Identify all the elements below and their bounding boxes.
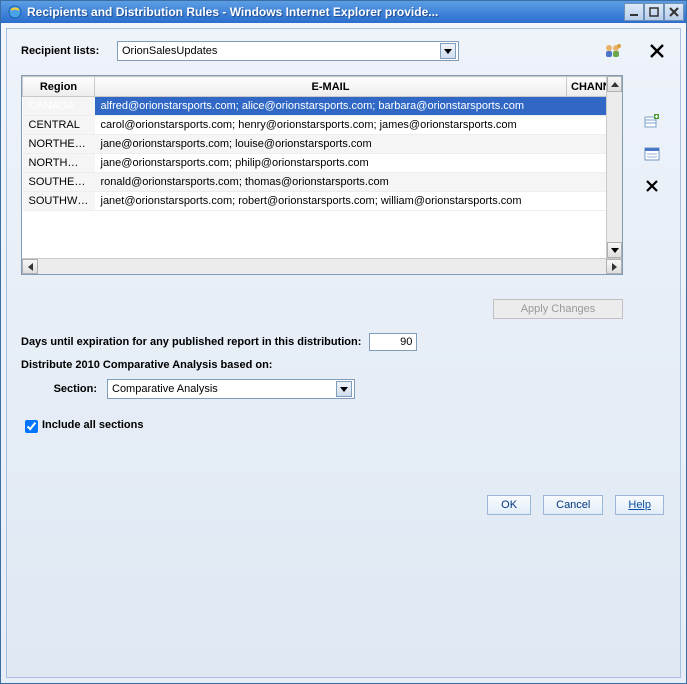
recipient-list-dropdown[interactable]: OrionSalesUpdates [117, 41, 459, 61]
cell-email: jane@orionstarsports.com; philip@orionst… [95, 154, 567, 173]
table-row[interactable]: NORTHEASTjane@orionstarsports.com; louis… [23, 135, 623, 154]
ok-button[interactable]: OK [487, 495, 531, 515]
recipients-grid: Region E-MAIL CHANNE CANADAalfred@orions… [21, 75, 623, 275]
help-button[interactable]: Help [615, 495, 664, 515]
cell-email: jane@orionstarsports.com; louise@orionst… [95, 135, 567, 154]
distribute-label-row: Distribute 2010 Comparative Analysis bas… [21, 359, 666, 371]
cell-email: carol@orionstarsports.com; henry@orionst… [95, 116, 567, 135]
cell-region: CENTRAL [23, 116, 95, 135]
cancel-button[interactable]: Cancel [543, 495, 603, 515]
titlebar: Recipients and Distribution Rules - Wind… [1, 1, 686, 23]
col-email[interactable]: E-MAIL [95, 77, 567, 97]
cell-email: ronald@orionstarsports.com; thomas@orion… [95, 173, 567, 192]
scroll-left-icon[interactable] [22, 259, 38, 274]
apply-changes-button[interactable]: Apply Changes [493, 299, 623, 319]
include-all-checkbox[interactable] [25, 420, 38, 433]
maximize-button[interactable] [644, 3, 664, 21]
cell-region: NORTHWEST [23, 154, 95, 173]
grid-side-toolbar [643, 113, 661, 195]
dropdown-button-icon [440, 43, 456, 59]
properties-icon[interactable] [643, 145, 661, 163]
cell-region: SOUTHWEST [23, 192, 95, 211]
window-title: Recipients and Distribution Rules - Wind… [27, 5, 624, 19]
dropdown-button-icon [336, 381, 352, 397]
days-expiration-label: Days until expiration for any published … [21, 336, 361, 348]
cell-region: SOUTHEAST [23, 173, 95, 192]
cell-region: CANADA [23, 97, 95, 116]
cell-email: alfred@orionstarsports.com; alice@orions… [95, 97, 567, 116]
recipient-list-row: Recipient lists: OrionSalesUpdates [21, 41, 666, 61]
section-label: Section: [21, 383, 107, 395]
table-row[interactable]: SOUTHWESTjanet@orionstarsports.com; robe… [23, 192, 623, 211]
dialog-buttons: OK Cancel Help [487, 495, 664, 515]
table-row[interactable]: NORTHWESTjane@orionstarsports.com; phili… [23, 154, 623, 173]
delete-list-icon[interactable] [648, 42, 666, 60]
scroll-down-icon[interactable] [607, 242, 622, 258]
table-row[interactable]: CANADAalfred@orionstarsports.com; alice@… [23, 97, 623, 116]
horizontal-scrollbar[interactable] [22, 258, 622, 274]
section-row: Section: Comparative Analysis [21, 379, 666, 399]
include-all-label: Include all sections [42, 419, 143, 431]
delete-row-icon[interactable] [643, 177, 661, 195]
section-value: Comparative Analysis [112, 383, 336, 395]
cell-region: NORTHEAST [23, 135, 95, 154]
close-button[interactable] [664, 3, 684, 21]
section-dropdown[interactable]: Comparative Analysis [107, 379, 355, 399]
expiration-row: Days until expiration for any published … [21, 333, 666, 351]
apply-row: Apply Changes [21, 299, 623, 319]
distribute-label: Distribute 2010 Comparative Analysis bas… [21, 359, 272, 371]
recipients-table[interactable]: Region E-MAIL CHANNE CANADAalfred@orions… [22, 76, 622, 211]
cell-email: janet@orionstarsports.com; robert@orions… [95, 192, 567, 211]
add-row-icon[interactable] [643, 113, 661, 131]
vertical-scrollbar[interactable] [606, 76, 622, 258]
content-area: Recipient lists: OrionSalesUpdates [6, 28, 681, 678]
window-frame: Recipients and Distribution Rules - Wind… [0, 0, 687, 684]
users-icon[interactable] [604, 42, 622, 60]
ie-icon [7, 4, 23, 20]
table-header-row: Region E-MAIL CHANNE [23, 77, 623, 97]
table-row[interactable]: SOUTHEASTronald@orionstarsports.com; tho… [23, 173, 623, 192]
recipient-list-value: OrionSalesUpdates [122, 45, 440, 57]
window-buttons [624, 3, 684, 21]
list-toolbar [604, 42, 666, 60]
scroll-right-icon[interactable] [606, 259, 622, 274]
table-row[interactable]: CENTRALcarol@orionstarsports.com; henry@… [23, 116, 623, 135]
recipient-lists-label: Recipient lists: [21, 45, 117, 57]
days-expiration-input[interactable] [369, 333, 417, 351]
col-region[interactable]: Region [23, 77, 95, 97]
minimize-button[interactable] [624, 3, 644, 21]
scroll-up-icon[interactable] [607, 76, 622, 92]
include-all-row: Include all sections [21, 415, 666, 434]
